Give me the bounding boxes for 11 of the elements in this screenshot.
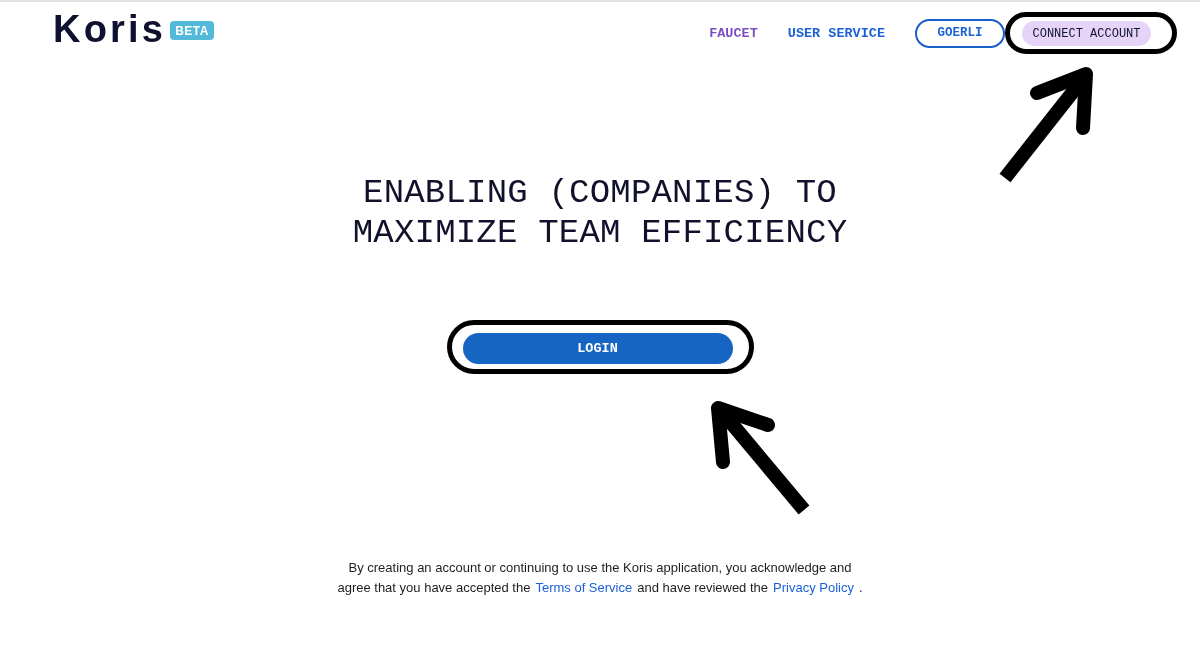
legal-link[interactable]: Privacy Policy (773, 580, 854, 595)
nav-link[interactable]: USER SERVICE (787, 25, 885, 41)
nav-link[interactable]: FAUCET (709, 25, 758, 41)
legal-link[interactable]: Terms of Service (535, 580, 633, 595)
headline: ENABLING (COMPANIES) TO MAXIMIZE TEAM EFFICIENCY (351, 173, 849, 253)
beta-badge: BETA (170, 21, 214, 40)
logo[interactable]: Koris (53, 10, 167, 48)
connect-account-button[interactable]: CONNECT ACCOUNT (1022, 21, 1151, 46)
network-button[interactable]: GOERLI (915, 18, 1005, 48)
login-button[interactable]: LOGIN (462, 333, 733, 364)
legal-notice: By creating an account or continuing to use the Koris application, you acknowledge and agree that you have accepted the Terms of Service and have reviewed the Privacy Policy . (336, 559, 864, 597)
